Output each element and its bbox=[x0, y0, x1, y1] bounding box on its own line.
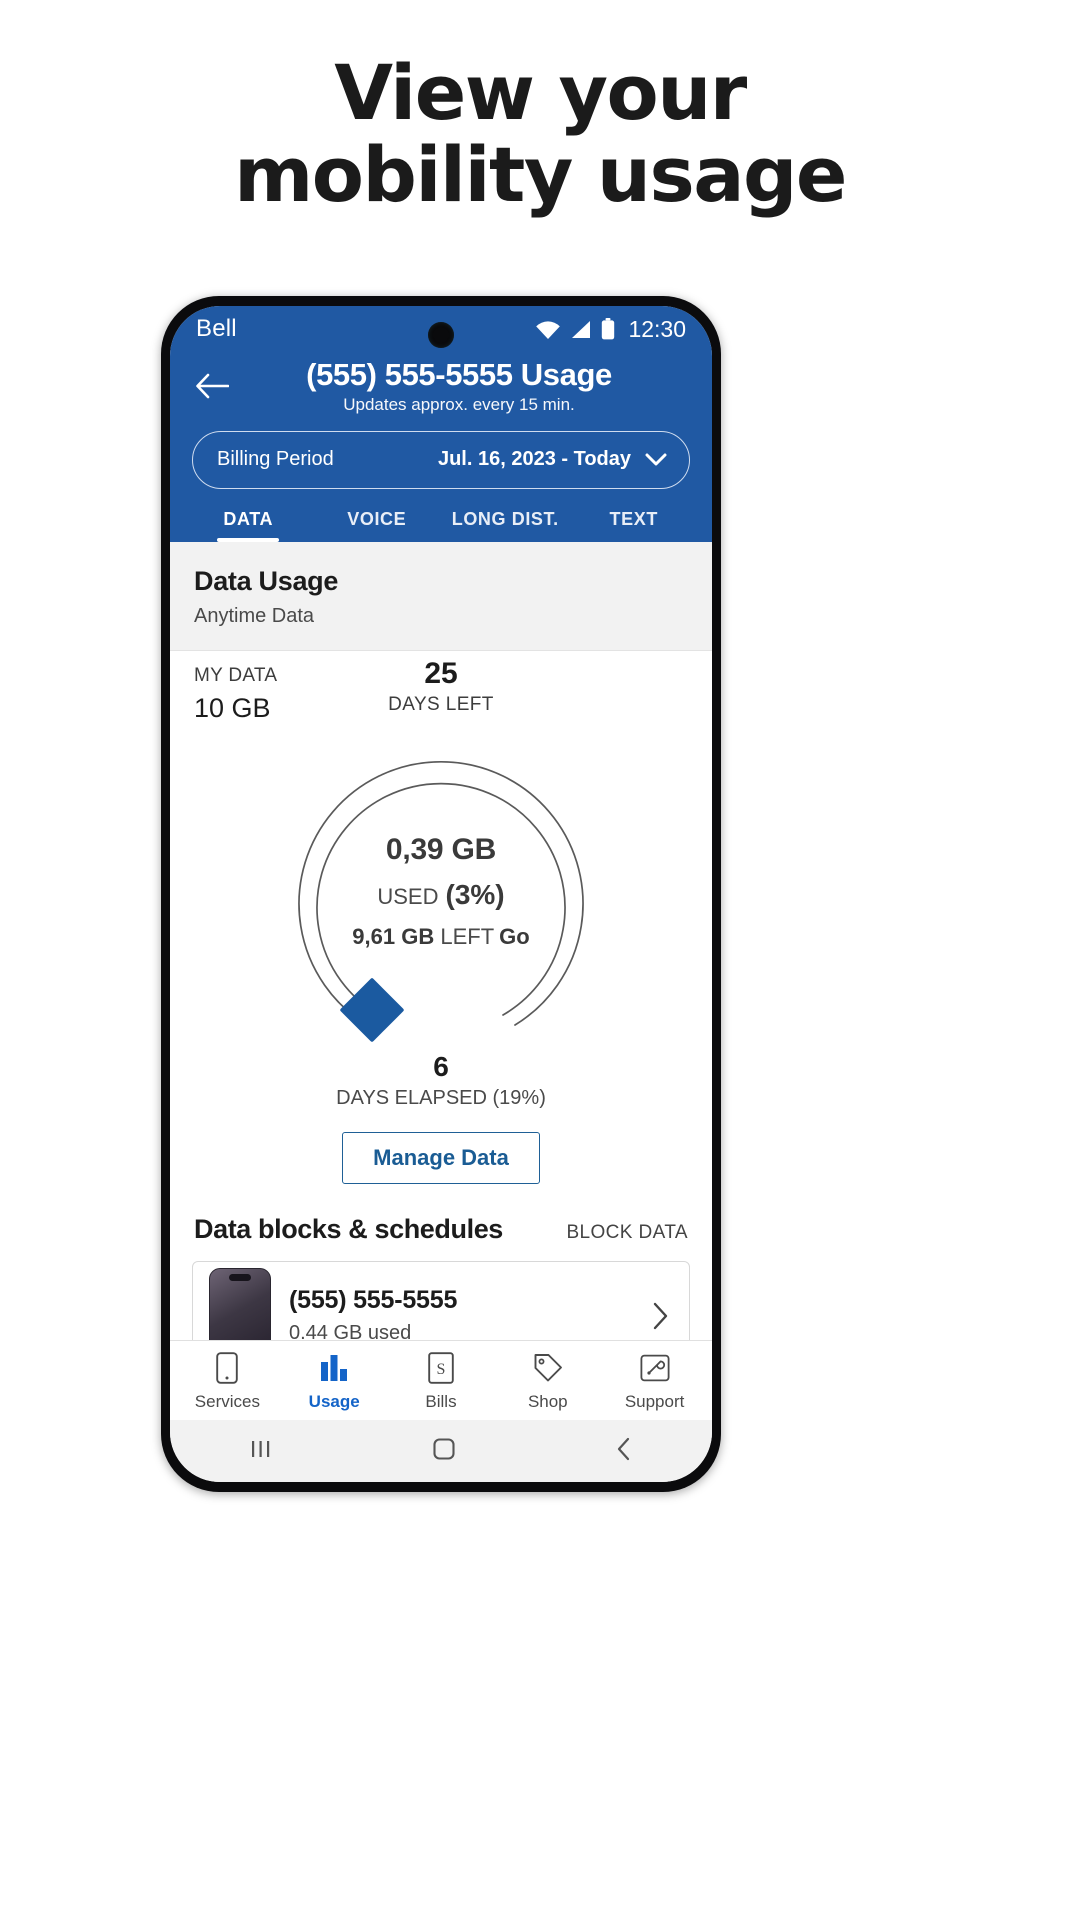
signal-bars-icon bbox=[572, 320, 591, 338]
chevron-right-icon bbox=[653, 1302, 673, 1330]
usage-gauge: 0,39 GB USED (3%) 9,61 GB LEFT Go bbox=[170, 729, 712, 1059]
bar-chart-icon bbox=[319, 1351, 349, 1385]
status-clock: 12:30 bbox=[628, 315, 686, 342]
days-elapsed-block: 6 DAYS ELAPSED (19%) bbox=[170, 1051, 712, 1110]
gauge-center-text: 0,39 GB USED (3%) 9,61 GB LEFT Go bbox=[170, 833, 712, 950]
days-left-block: 25 DAYS LEFT bbox=[170, 657, 712, 716]
status-icons: 12:30 bbox=[535, 316, 686, 343]
iphone-thumbnail-icon bbox=[209, 1267, 271, 1340]
gauge-left-row: 9,61 GB LEFT Go bbox=[170, 924, 712, 950]
gauge-header: MY DATA 10 GB 25 DAYS LEFT bbox=[170, 651, 712, 729]
status-bar: Bell 12:30 bbox=[170, 306, 712, 352]
gauge-used-amount: 0,39 GB bbox=[385, 832, 497, 866]
screen-subtitle: Updates approx. every 15 min. bbox=[343, 394, 575, 414]
device-list-item[interactable]: (555) 555-5555 0.44 GB used bbox=[192, 1260, 690, 1340]
tab-services[interactable]: Services bbox=[174, 1351, 281, 1412]
usage-body: MY DATA 10 GB 25 DAYS LEFT 0,39 GB USED … bbox=[170, 650, 712, 1340]
tab-support[interactable]: Support bbox=[601, 1351, 708, 1412]
tab-shop[interactable]: Shop bbox=[494, 1351, 601, 1412]
billing-period-selector[interactable]: Billing Period Jul. 16, 2023 - Today bbox=[192, 430, 690, 489]
tab-bills[interactable]: S Bills bbox=[388, 1351, 495, 1412]
data-usage-section-header: Data Usage Anytime Data bbox=[170, 541, 712, 651]
dollar-document-icon: S bbox=[428, 1351, 454, 1385]
tag-icon bbox=[533, 1351, 563, 1385]
phone-outline-icon bbox=[216, 1351, 239, 1385]
headline-line-1: View your bbox=[334, 48, 747, 137]
section-subtitle: Anytime Data bbox=[194, 604, 315, 627]
back-arrow-icon bbox=[196, 374, 229, 399]
gauge-left-label: LEFT bbox=[440, 923, 495, 949]
headline-line-2: mobility usage bbox=[234, 130, 847, 220]
tab-voice[interactable]: VOICE bbox=[313, 509, 442, 542]
gauge-left-amount: 9,61 GB bbox=[352, 923, 435, 949]
svg-text:S: S bbox=[437, 1361, 446, 1378]
tab-services-label: Services bbox=[194, 1392, 260, 1411]
days-left-value: 25 bbox=[424, 656, 458, 690]
title-wrap: (555) 555-5555 Usage Updates approx. eve… bbox=[226, 357, 692, 415]
battery-full-icon bbox=[602, 318, 615, 340]
gauge-used-percent: (3%) bbox=[445, 878, 505, 910]
tab-support-label: Support bbox=[624, 1392, 685, 1411]
bottom-tab-bar: Services Usage S Bills Shop Support bbox=[170, 1340, 712, 1420]
gauge-left-suffix: Go bbox=[499, 923, 530, 949]
tab-usage-label: Usage bbox=[308, 1392, 360, 1411]
android-nav-bar bbox=[170, 1420, 712, 1482]
tab-shop-label: Shop bbox=[527, 1392, 568, 1411]
camera-punch-hole-icon bbox=[428, 322, 454, 348]
device-info: (555) 555-5555 0.44 GB used bbox=[289, 1286, 457, 1340]
phone-screen: Bell 12:30 (555) 555-5555 Usage Updates … bbox=[170, 306, 712, 1482]
page-title: View your mobility usage bbox=[0, 51, 1080, 220]
recents-icon[interactable] bbox=[248, 1437, 274, 1466]
phone-mockup: Bell 12:30 (555) 555-5555 Usage Updates … bbox=[161, 296, 721, 1492]
days-elapsed-label: DAYS ELAPSED (19%) bbox=[336, 1086, 546, 1109]
wifi-icon bbox=[536, 320, 561, 339]
home-square-icon[interactable] bbox=[431, 1436, 457, 1467]
promo-page: View your mobility usage Bell 12:30 (555… bbox=[0, 0, 1080, 1920]
block-data-action[interactable]: BLOCK DATA bbox=[566, 1222, 688, 1244]
section-title: Data Usage bbox=[194, 565, 339, 596]
days-left-label: DAYS LEFT bbox=[388, 693, 494, 715]
device-used: 0.44 GB used bbox=[289, 1322, 412, 1340]
tab-data[interactable]: DATA bbox=[184, 509, 313, 542]
progress-marker-diamond-icon bbox=[340, 978, 404, 1042]
wrench-headset-icon bbox=[640, 1351, 670, 1385]
screen-title: (555) 555-5555 Usage bbox=[306, 357, 612, 392]
usage-tabs: DATA VOICE LONG DIST. TEXT bbox=[170, 509, 712, 542]
chevron-down-icon bbox=[645, 453, 667, 467]
nav-back-icon[interactable] bbox=[614, 1436, 634, 1467]
billing-period-value: Jul. 16, 2023 - Today bbox=[437, 448, 631, 471]
tab-long-dist[interactable]: LONG DIST. bbox=[441, 509, 570, 542]
tab-usage[interactable]: Usage bbox=[281, 1351, 388, 1412]
manage-data-button[interactable]: Manage Data bbox=[342, 1131, 540, 1184]
gauge-used-row: USED (3%) bbox=[170, 879, 712, 911]
status-carrier: Bell bbox=[196, 315, 237, 342]
data-blocks-header: Data blocks & schedules BLOCK DATA bbox=[170, 1184, 712, 1245]
title-row: (555) 555-5555 Usage Updates approx. eve… bbox=[170, 352, 712, 419]
data-blocks-title: Data blocks & schedules bbox=[194, 1213, 503, 1244]
gauge-used-label: USED bbox=[377, 883, 439, 909]
app-header: Bell 12:30 (555) 555-5555 Usage Updates … bbox=[170, 306, 712, 542]
device-number: (555) 555-5555 bbox=[289, 1286, 458, 1315]
tab-text[interactable]: TEXT bbox=[570, 509, 699, 542]
billing-period-label: Billing Period bbox=[217, 448, 334, 471]
tab-bills-label: Bills bbox=[425, 1392, 457, 1411]
